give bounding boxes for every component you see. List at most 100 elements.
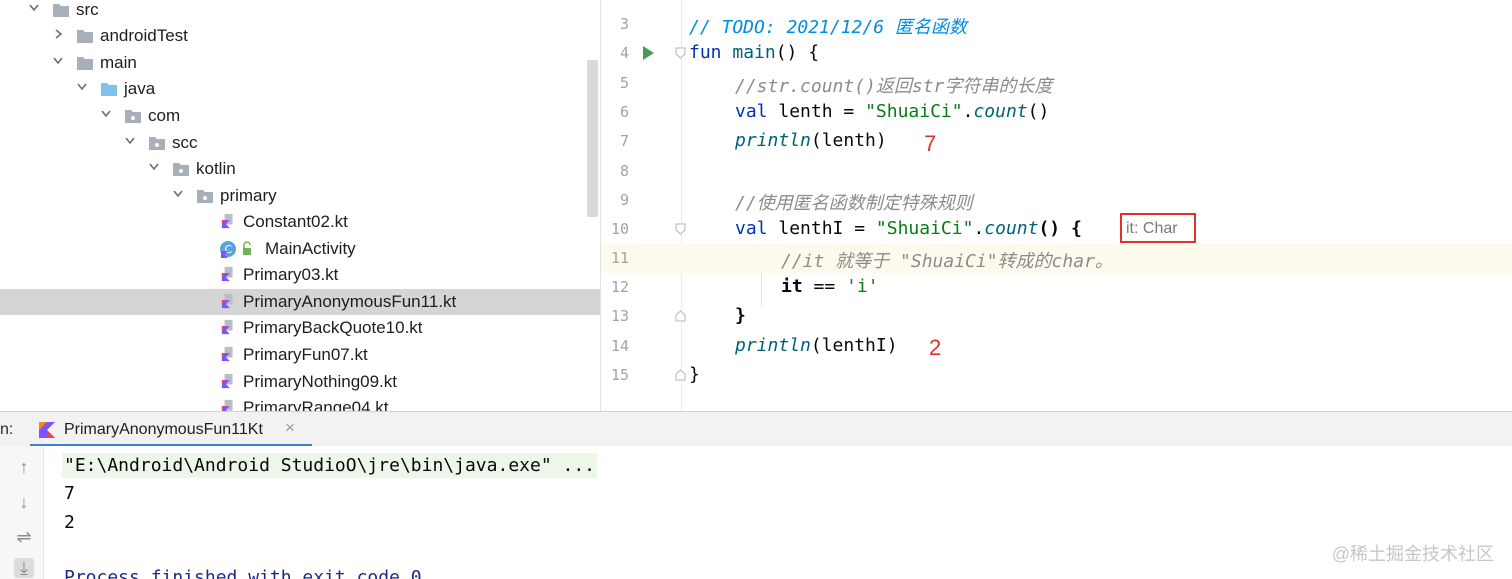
tree-item-label: scc [172, 133, 198, 152]
code-line-3[interactable]: 3 // TODO: 2021/12/6 匿名函数 [601, 10, 1512, 39]
char-literal: 'i' [846, 276, 879, 297]
chevron-down-icon[interactable] [100, 107, 112, 121]
up-arrow-icon[interactable]: ↑ [14, 457, 34, 477]
function-name: main [721, 42, 776, 63]
line-number: 14 [610, 337, 629, 355]
chevron-down-icon[interactable] [172, 187, 184, 201]
tree-scrollbar[interactable] [587, 60, 598, 217]
tree-item-label: PrimaryNothing09.kt [243, 372, 398, 391]
tree-item-kotlin[interactable]: kotlin [0, 156, 600, 182]
code-text: lenth = [767, 101, 866, 122]
keyword: val [735, 101, 768, 122]
tree-item-label: kotlin [196, 159, 236, 178]
code-line-7[interactable]: 7 println(lenth) [601, 127, 1512, 156]
code-comment: //it 就等于 "ShuaiCi"转成的char。 [781, 251, 1113, 272]
code-line-13[interactable]: 13 } [601, 302, 1512, 331]
line-number: 4 [619, 44, 629, 62]
folder-icon [53, 4, 69, 17]
run-console[interactable]: "E:\Android\Android StudioO\jre\bin\java… [44, 446, 1512, 579]
chevron-down-icon[interactable] [28, 1, 40, 15]
tree-item-primary03[interactable]: Primary03.kt [0, 262, 600, 288]
tree-item-primaryfun07[interactable]: PrimaryFun07.kt [0, 342, 600, 368]
tree-item-mainactivity[interactable]: C MainActivity [0, 236, 600, 262]
fold-marker-icon[interactable] [675, 369, 686, 381]
tree-item-primaryanonymousfun11[interactable]: PrimaryAnonymousFun11.kt [0, 289, 600, 315]
code-line-15[interactable]: 15 } [601, 361, 1512, 390]
folder-icon [77, 30, 93, 43]
annotation-result-1: 7 [924, 131, 937, 156]
run-config-tab[interactable]: PrimaryAnonymousFun11Kt × [30, 412, 312, 447]
code-text: (lenthI) [810, 335, 898, 356]
code-text: == [802, 276, 847, 297]
tree-item-primary[interactable]: primary [0, 183, 600, 209]
keyword: fun [689, 42, 722, 63]
code-line-8[interactable]: 8 [601, 157, 1512, 186]
tree-item-src[interactable]: src [0, 0, 600, 23]
code-text: . [962, 101, 974, 122]
line-number: 15 [610, 366, 629, 384]
code-line-12[interactable]: 12 it == 'i' [601, 273, 1512, 302]
tree-item-androidtest[interactable]: androidTest [0, 23, 600, 49]
fold-marker-icon[interactable] [675, 310, 686, 322]
line-number: 13 [610, 307, 629, 325]
kotlin-icon [39, 422, 55, 438]
tree-item-primaryrange04[interactable]: PrimaryRange04.kt [0, 395, 600, 411]
tree-item-primarybackquote10[interactable]: PrimaryBackQuote10.kt [0, 315, 600, 341]
tree-item-label: PrimaryRange04.kt [243, 398, 389, 411]
tree-item-label: PrimaryBackQuote10.kt [243, 318, 423, 337]
fold-marker-icon[interactable] [675, 223, 686, 235]
fold-marker-icon[interactable] [675, 47, 686, 59]
code-line-9[interactable]: 9 //使用匿名函数制定特殊规则 [601, 186, 1512, 215]
chevron-down-icon[interactable] [124, 134, 136, 148]
string-literal: "ShuaiCi" [875, 218, 974, 239]
tree-item-scc[interactable]: scc [0, 130, 600, 156]
run-title-fragment: n: [0, 421, 14, 438]
chevron-down-icon[interactable] [148, 160, 160, 174]
code-line-4[interactable]: 4 fun main() { [601, 39, 1512, 68]
line-number: 6 [619, 103, 629, 121]
tree-item-com[interactable]: com [0, 103, 600, 129]
package-icon [125, 110, 141, 123]
tree-item-java[interactable]: java [0, 76, 600, 102]
tree-item-label: androidTest [100, 26, 188, 45]
tree-item-label: PrimaryAnonymousFun11.kt [243, 292, 457, 311]
tree-item-label: main [100, 53, 137, 72]
kotlin-file-icon [221, 319, 233, 335]
code-line-6[interactable]: 6 val lenth = "ShuaiCi".count() [601, 98, 1512, 127]
tree-item-constant02[interactable]: Constant02.kt [0, 209, 600, 235]
kotlin-file-icon [221, 213, 233, 229]
soft-wrap-icon[interactable]: ⇌ [14, 527, 34, 547]
line-number: 3 [619, 15, 629, 33]
run-toolbar: ↑ ↓ ⇌ ⤓ [0, 446, 44, 579]
tree-item-label: MainActivity [265, 239, 356, 258]
code-editor[interactable]: 2 3 // TODO: 2021/12/6 匿名函数 4 fun main()… [601, 0, 1512, 411]
line-number: 8 [619, 162, 629, 180]
tree-item-label: src [76, 0, 99, 19]
code-text: . [973, 218, 985, 239]
function-call: println [735, 130, 811, 151]
chevron-down-icon[interactable] [76, 80, 88, 94]
run-tab-label: PrimaryAnonymousFun11Kt [64, 421, 263, 438]
code-line-14[interactable]: 14 println(lenthI) [601, 332, 1512, 361]
run-tool-window-header: n: PrimaryAnonymousFun11Kt × [0, 411, 1512, 447]
line-number: 12 [610, 278, 629, 296]
console-output-line: 7 [64, 483, 75, 504]
down-arrow-icon[interactable]: ↓ [14, 492, 34, 512]
close-icon[interactable]: × [285, 418, 295, 438]
chevron-down-icon[interactable] [52, 54, 64, 68]
run-gutter-icon[interactable] [643, 46, 654, 60]
svg-text:C: C [225, 243, 233, 256]
tree-item-label: Constant02.kt [243, 212, 348, 231]
code-line-5[interactable]: 5 //str.count()返回str字符串的长度 [601, 69, 1512, 98]
code-line-11[interactable]: 11 //it 就等于 "ShuaiCi"转成的char。 [601, 244, 1512, 273]
scroll-to-end-icon[interactable]: ⤓ [14, 558, 34, 578]
tree-item-primarynothing09[interactable]: PrimaryNothing09.kt [0, 369, 600, 395]
code-comment: //str.count()返回str字符串的长度 [735, 76, 1053, 97]
line-number: 7 [619, 132, 629, 150]
chevron-right-icon[interactable] [52, 27, 64, 41]
code-line-10[interactable]: 10 val lenthI = "ShuaiCi".count() { [601, 215, 1512, 244]
code-comment: //使用匿名函数制定特殊规则 [735, 193, 973, 214]
code-line-2[interactable]: 2 [601, 0, 1512, 10]
package-icon [149, 137, 165, 150]
tree-item-main[interactable]: main [0, 50, 600, 76]
